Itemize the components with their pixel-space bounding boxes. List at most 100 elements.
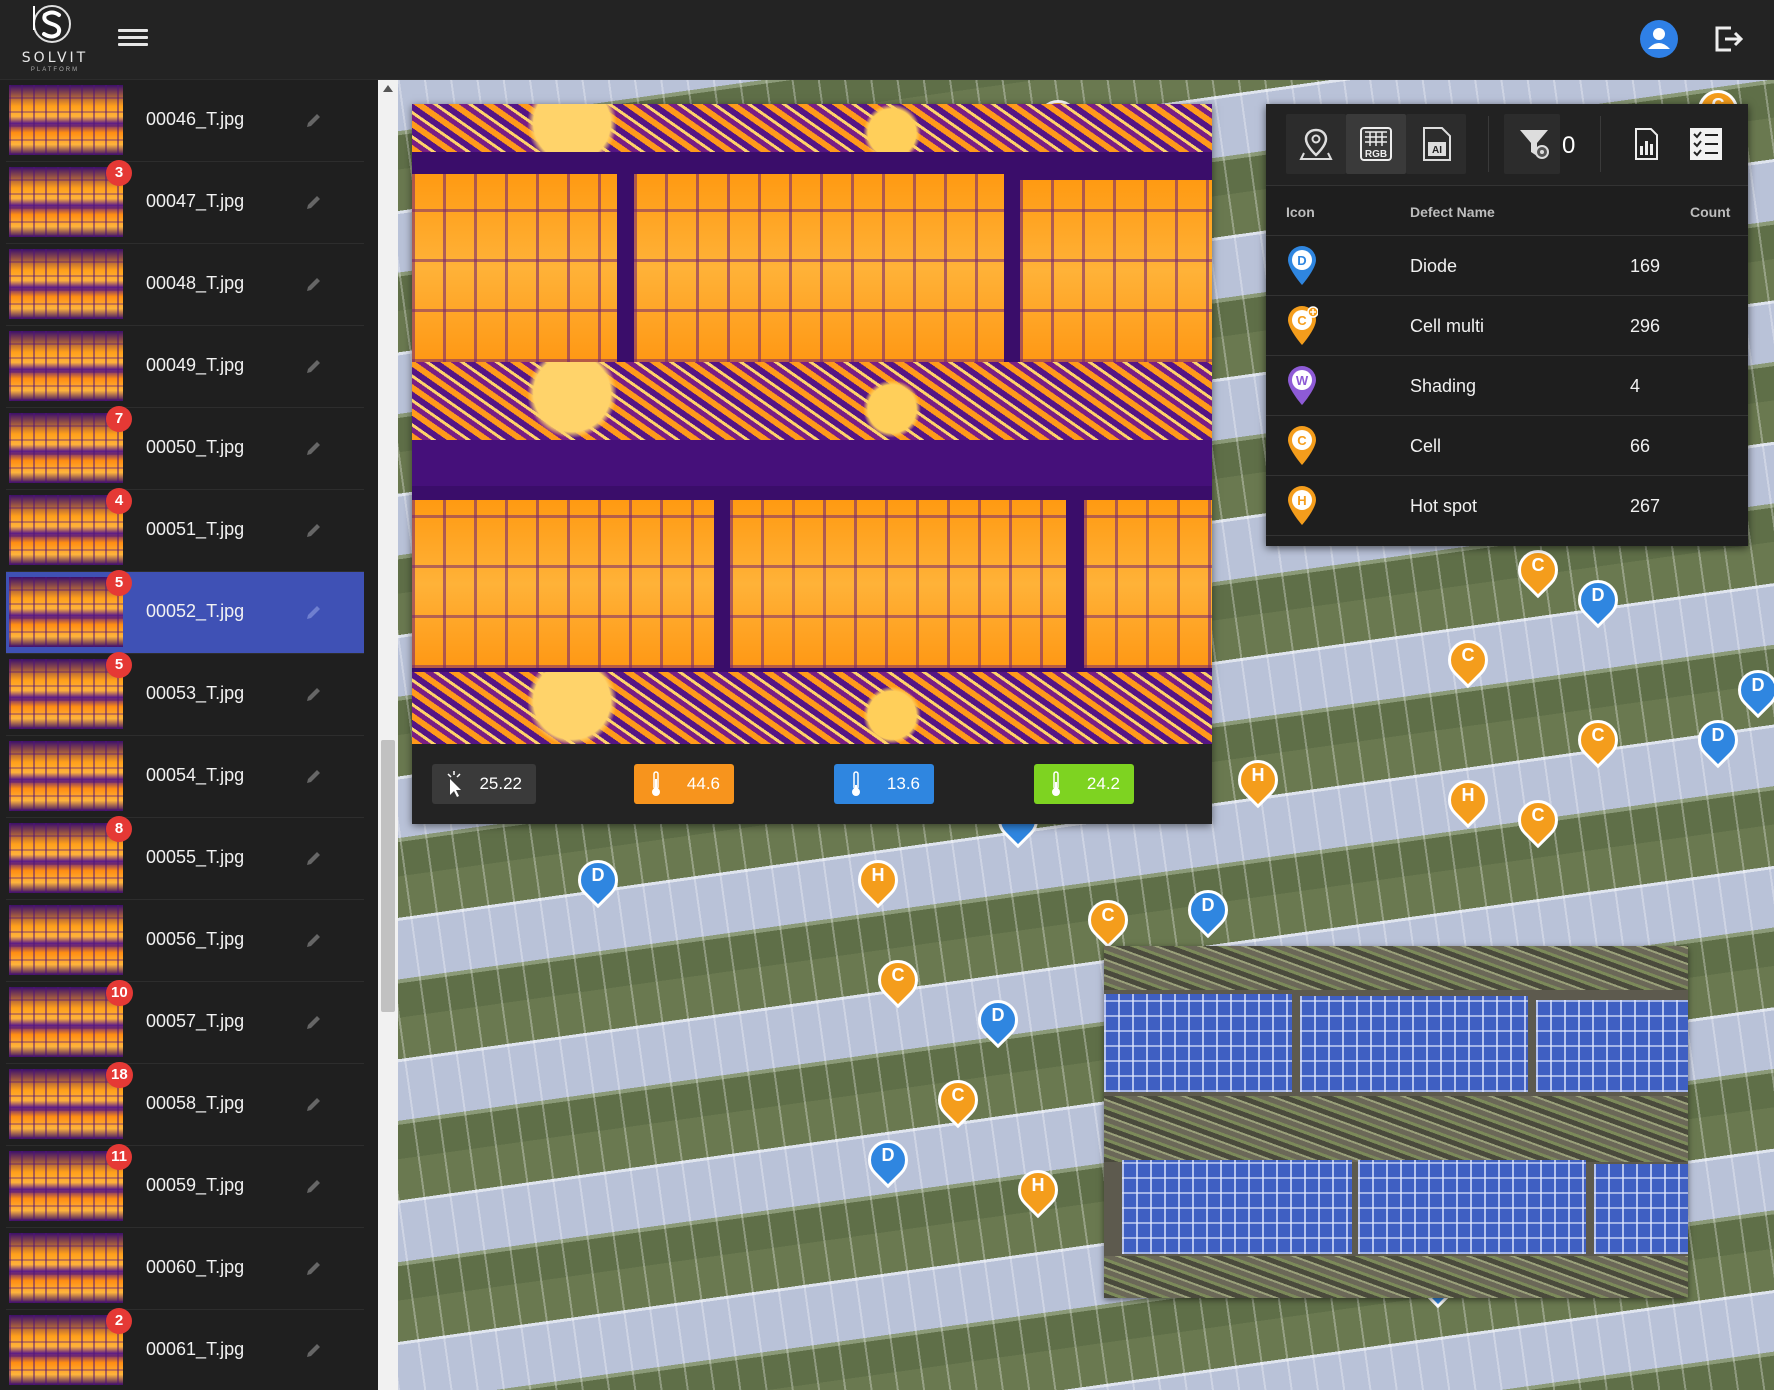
defect-map-marker[interactable]: H bbox=[1009, 1161, 1067, 1219]
defect-map-marker[interactable]: D bbox=[1179, 881, 1237, 939]
image-filename: 00061_T.jpg bbox=[146, 1339, 245, 1359]
user-avatar-button[interactable] bbox=[1640, 20, 1678, 58]
defect-map-marker[interactable]: D bbox=[859, 1131, 917, 1189]
image-list-item[interactable]: 00056_T.jpg bbox=[6, 900, 364, 982]
image-list-item[interactable]: 5 00052_T.jpg bbox=[6, 570, 364, 654]
image-filename: 00052_T.jpg bbox=[146, 601, 245, 621]
defect-map-marker[interactable]: D bbox=[969, 991, 1027, 1049]
image-list-item[interactable]: 00046_T.jpg bbox=[6, 80, 364, 162]
defect-count-badge: 5 bbox=[106, 570, 132, 596]
image-list-item[interactable]: 5 00053_T.jpg bbox=[6, 652, 364, 736]
defect-map-marker[interactable]: H bbox=[1229, 751, 1287, 809]
image-list-item[interactable]: 10 00057_T.jpg bbox=[6, 980, 364, 1064]
rgb-toggle-button[interactable]: RGB bbox=[1346, 114, 1406, 174]
image-filename: 00057_T.jpg bbox=[146, 1011, 245, 1031]
defect-row[interactable]: H Hot spot 267 bbox=[1266, 476, 1748, 536]
edit-pencil-icon[interactable] bbox=[304, 766, 324, 786]
checklist-button[interactable] bbox=[1676, 114, 1736, 174]
location-button[interactable] bbox=[1286, 114, 1346, 174]
image-list-item[interactable]: 00049_T.jpg bbox=[6, 326, 364, 408]
sidebar-scrollbar[interactable] bbox=[378, 80, 398, 1390]
defect-map-marker[interactable]: D bbox=[1689, 711, 1747, 769]
edit-pencil-icon[interactable] bbox=[304, 1094, 324, 1114]
thermal-thumbnail bbox=[9, 85, 123, 155]
image-list-item[interactable]: 00060_T.jpg bbox=[6, 1228, 364, 1310]
report-button[interactable] bbox=[1616, 114, 1676, 174]
defect-map-marker[interactable]: D bbox=[1569, 571, 1627, 629]
defect-count-badge: 7 bbox=[106, 406, 132, 432]
edit-pencil-icon[interactable] bbox=[304, 1340, 324, 1360]
image-filename: 00051_T.jpg bbox=[146, 519, 245, 539]
edit-pencil-icon[interactable] bbox=[304, 110, 324, 130]
defect-map-marker[interactable]: D bbox=[1729, 661, 1774, 719]
defect-map-marker[interactable]: C bbox=[1509, 791, 1567, 849]
edit-pencil-icon[interactable] bbox=[304, 602, 324, 622]
image-list-item[interactable]: 7 00050_T.jpg bbox=[6, 406, 364, 490]
logout-icon bbox=[1715, 26, 1744, 52]
header-icon: Icon bbox=[1286, 204, 1315, 220]
rgb-preview-image[interactable] bbox=[1104, 946, 1688, 1298]
ai-toggle-button[interactable]: AI bbox=[1406, 114, 1466, 174]
defect-count-badge: 10 bbox=[106, 980, 133, 1006]
defect-map-marker[interactable]: H bbox=[849, 851, 907, 909]
defect-count-badge: 18 bbox=[106, 1062, 133, 1088]
edit-pencil-icon[interactable] bbox=[304, 192, 324, 212]
image-list-item[interactable]: 3 00047_T.jpg bbox=[6, 160, 364, 244]
image-sidebar: 00046_T.jpg 3 00047_T.jpg 00048_T.jpg 00049_… bbox=[0, 80, 378, 1390]
filter-settings-button[interactable] bbox=[1504, 114, 1560, 174]
logo-s-icon bbox=[33, 5, 71, 43]
image-list-item[interactable]: 2 00061_T.jpg bbox=[6, 1308, 364, 1390]
defect-map-marker[interactable]: C bbox=[1079, 891, 1137, 949]
edit-pencil-icon[interactable] bbox=[304, 356, 324, 376]
defect-map-marker[interactable]: C bbox=[1509, 541, 1567, 599]
defect-map-marker[interactable]: H bbox=[1439, 771, 1497, 829]
scrollbar-thumb[interactable] bbox=[381, 740, 395, 1012]
image-list-item[interactable]: 4 00051_T.jpg bbox=[6, 488, 364, 572]
header-defect-name: Defect Name bbox=[1410, 204, 1495, 220]
min-temp-value: 13.6 bbox=[886, 774, 920, 793]
image-list-item[interactable]: 11 00059_T.jpg bbox=[6, 1144, 364, 1228]
filter-settings-icon bbox=[1520, 130, 1549, 159]
thermal-image[interactable] bbox=[412, 104, 1212, 744]
edit-pencil-icon[interactable] bbox=[304, 930, 324, 950]
defect-map-marker[interactable]: C bbox=[1439, 631, 1497, 689]
image-filename: 00054_T.jpg bbox=[146, 765, 245, 785]
edit-pencil-icon[interactable] bbox=[304, 684, 324, 704]
edit-pencil-icon[interactable] bbox=[304, 848, 324, 868]
defect-row[interactable]: D Diode 169 bbox=[1266, 236, 1748, 296]
defect-marker-c-icon: C bbox=[1288, 426, 1316, 465]
filter-count: 0 bbox=[1562, 132, 1576, 159]
defect-map-marker[interactable]: D bbox=[569, 851, 627, 909]
defect-count: 296 bbox=[1630, 316, 1661, 336]
solvit-logo: SOLVIT PLATFORM bbox=[16, 4, 94, 74]
defect-map-marker[interactable]: C bbox=[929, 1071, 987, 1129]
edit-pencil-icon[interactable] bbox=[304, 274, 324, 294]
hamburger-menu-icon[interactable] bbox=[118, 26, 148, 52]
edit-pencil-icon[interactable] bbox=[304, 438, 324, 458]
defect-row[interactable]: C Cell multi 296 bbox=[1266, 296, 1748, 356]
panel-toolbar: RGB AI 0 bbox=[1266, 104, 1748, 186]
scroll-up-arrow-icon[interactable] bbox=[383, 85, 393, 92]
image-filename: 00049_T.jpg bbox=[146, 355, 245, 375]
logout-button[interactable] bbox=[1711, 22, 1745, 56]
avg-temp-chip: 24.2 bbox=[1034, 764, 1134, 804]
temperature-bar: 25.22 44.6 13.6 24.2 bbox=[412, 744, 1212, 824]
image-list-item[interactable]: 00054_T.jpg bbox=[6, 736, 364, 818]
defect-row[interactable]: W Shading 4 bbox=[1266, 356, 1748, 416]
defect-row[interactable]: C Cell 66 bbox=[1266, 416, 1748, 476]
defect-map-marker[interactable]: C bbox=[1569, 711, 1627, 769]
image-list-item[interactable]: 8 00055_T.jpg bbox=[6, 816, 364, 900]
edit-pencil-icon[interactable] bbox=[304, 520, 324, 540]
edit-pencil-icon[interactable] bbox=[304, 1258, 324, 1278]
user-icon bbox=[1648, 28, 1670, 49]
edit-pencil-icon[interactable] bbox=[304, 1012, 324, 1032]
defect-name: Cell multi bbox=[1410, 316, 1485, 336]
image-list-item[interactable]: 00048_T.jpg bbox=[6, 244, 364, 326]
max-temp-value: 44.6 bbox=[686, 774, 720, 793]
defect-count: 267 bbox=[1630, 496, 1661, 516]
thermometer-icon bbox=[852, 771, 860, 796]
edit-pencil-icon[interactable] bbox=[304, 1176, 324, 1196]
thermal-thumbnail bbox=[9, 1233, 123, 1303]
image-list-item[interactable]: 18 00058_T.jpg bbox=[6, 1062, 364, 1146]
defect-map-marker[interactable]: C bbox=[869, 951, 927, 1009]
